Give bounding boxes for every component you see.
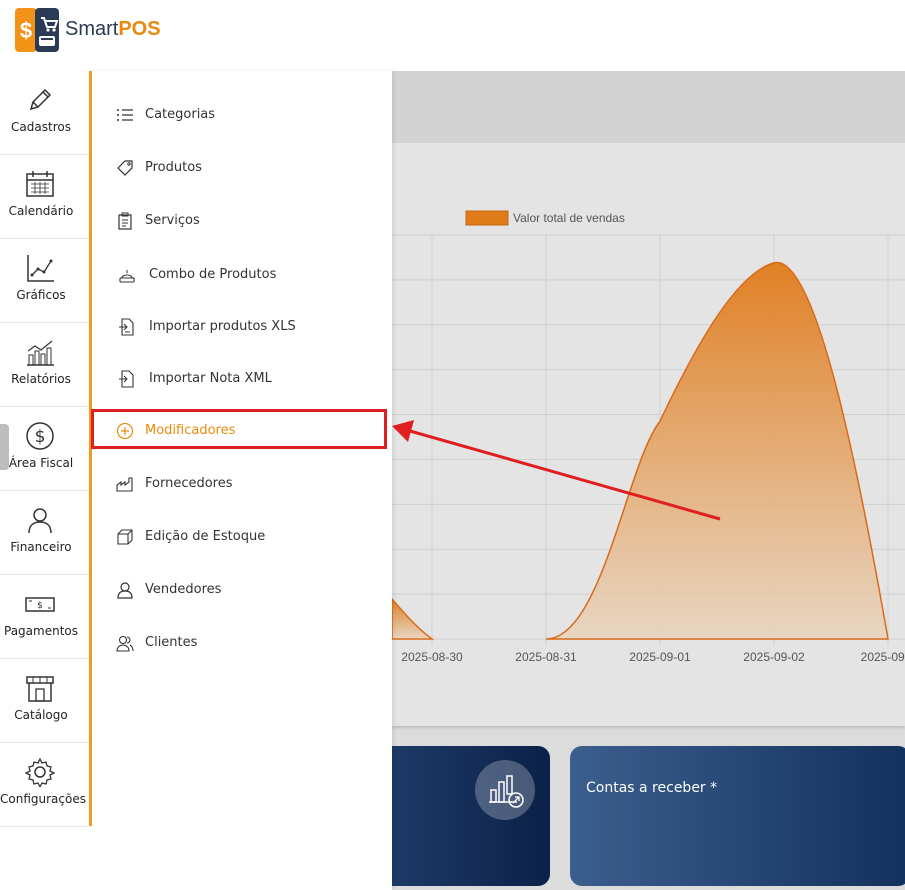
annotation-arrow [392, 420, 721, 521]
